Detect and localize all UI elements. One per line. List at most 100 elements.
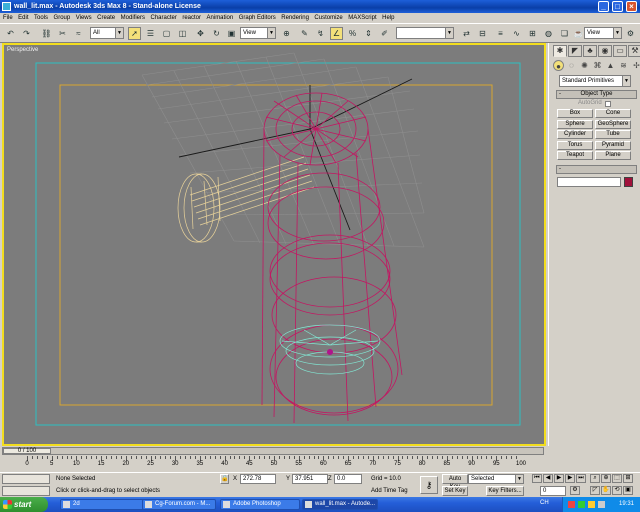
menu-create[interactable]: Create bbox=[97, 15, 115, 21]
tray-app-icon[interactable] bbox=[598, 501, 605, 508]
modify-tab-icon[interactable]: ◤ bbox=[568, 45, 582, 57]
menu-file[interactable]: File bbox=[3, 15, 13, 21]
time-slider-track[interactable]: 0 / 100 bbox=[2, 447, 544, 455]
tube-button[interactable]: Tube bbox=[595, 130, 631, 139]
motion-tab-icon[interactable]: ◉ bbox=[598, 45, 612, 57]
reference-coord-dropdown[interactable]: View ▼ bbox=[240, 27, 276, 39]
select-and-manipulate-icon[interactable]: ✎ bbox=[298, 27, 311, 40]
time-slider-thumb[interactable]: 0 / 100 bbox=[3, 448, 51, 454]
menu-graph-editors[interactable]: Graph Editors bbox=[239, 15, 276, 21]
current-frame-field[interactable]: 0 bbox=[540, 486, 566, 496]
pan-icon[interactable]: ✋ bbox=[601, 486, 611, 495]
select-by-name-icon[interactable]: ☰ bbox=[144, 27, 157, 40]
cone-button[interactable]: Cone bbox=[595, 109, 631, 118]
zoom-icon[interactable]: ⌕ bbox=[590, 474, 600, 483]
next-frame-icon[interactable]: ▶ bbox=[565, 474, 575, 483]
spinner-snap-icon[interactable]: ⇕ bbox=[362, 27, 375, 40]
menu-animation[interactable]: Animation bbox=[207, 15, 234, 21]
render-scene-icon[interactable]: ❏ bbox=[558, 27, 571, 40]
menu-reactor[interactable]: reactor bbox=[182, 15, 201, 21]
menu-maxscript[interactable]: MAXScript bbox=[348, 15, 376, 21]
selection-filter-dropdown[interactable]: All ▼ bbox=[90, 27, 124, 39]
key-mode-dropdown[interactable]: Selected ▼ bbox=[468, 474, 524, 484]
undo-icon[interactable]: ↶ bbox=[4, 27, 17, 40]
pivot-center-icon[interactable]: ⊕ bbox=[280, 27, 293, 40]
bind-space-warp-icon[interactable]: ≈ bbox=[72, 27, 85, 40]
zoom-extents-icon[interactable]: ⬚ bbox=[612, 474, 622, 483]
menu-group[interactable]: Group bbox=[54, 15, 71, 21]
geosphere-button[interactable]: GeoSphere bbox=[595, 120, 631, 129]
language-indicator[interactable]: CH bbox=[540, 500, 549, 506]
space-warps-icon[interactable]: ≋ bbox=[618, 60, 629, 71]
teapot-button[interactable]: Teapot bbox=[557, 151, 593, 160]
plane-button[interactable]: Plane bbox=[595, 151, 631, 160]
selection-region-icon[interactable]: ▢ bbox=[160, 27, 173, 40]
menu-help[interactable]: Help bbox=[382, 15, 394, 21]
x-coordinate-field[interactable]: 272.78 bbox=[240, 474, 276, 484]
box-button[interactable]: Box bbox=[557, 109, 593, 118]
maximize-viewport-icon[interactable]: ▣ bbox=[623, 486, 633, 495]
percent-snap-icon[interactable]: % bbox=[346, 27, 359, 40]
mirror-icon[interactable]: ⇄ bbox=[460, 27, 473, 40]
clock[interactable]: 19:31 bbox=[619, 497, 634, 512]
field-of-view-icon[interactable]: ◸ bbox=[590, 486, 600, 495]
select-and-rotate-icon[interactable]: ↻ bbox=[210, 27, 223, 40]
track-bar[interactable]: 0 5 10 15 20 25 30 35 40 45 50 55 60 65 70 75 80 85 90 95 10… bbox=[0, 456, 548, 472]
cylinder-button[interactable]: Cylinder bbox=[557, 130, 593, 139]
go-to-end-icon[interactable]: ⏭ bbox=[576, 474, 586, 483]
arc-rotate-icon[interactable]: ⟲ bbox=[612, 486, 622, 495]
shapes-icon[interactable]: ◌ bbox=[566, 60, 577, 71]
start-button[interactable]: start bbox=[0, 497, 48, 512]
volume-icon[interactable] bbox=[588, 501, 595, 508]
taskbar-item-3dsmax[interactable]: wall_lit.max - Autode... bbox=[302, 499, 378, 510]
schematic-view-icon[interactable]: ⊞ bbox=[526, 27, 539, 40]
z-coordinate-field[interactable]: 0.0 bbox=[334, 474, 362, 484]
viewport-label[interactable]: Perspective bbox=[7, 47, 38, 53]
helpers-icon[interactable]: ▲ bbox=[605, 60, 616, 71]
sphere-button[interactable]: Sphere bbox=[557, 120, 593, 129]
create-tab-icon[interactable]: ✱ bbox=[553, 45, 567, 57]
key-filters-button[interactable]: Key Filters... bbox=[486, 486, 524, 496]
curve-editor-icon[interactable]: ∿ bbox=[510, 27, 523, 40]
play-icon[interactable]: ▶ bbox=[554, 474, 564, 483]
previous-frame-icon[interactable]: ◀ bbox=[543, 474, 553, 483]
hierarchy-tab-icon[interactable]: ♣ bbox=[583, 45, 597, 57]
angle-snap-icon[interactable]: ∠ bbox=[330, 27, 343, 40]
perspective-viewport[interactable]: Perspective bbox=[2, 43, 546, 446]
add-time-tag[interactable]: Add Time Tag bbox=[371, 486, 408, 496]
select-object-icon[interactable]: ➚ bbox=[128, 27, 141, 40]
window-crossing-icon[interactable]: ◫ bbox=[176, 27, 189, 40]
maximize-icon[interactable]: □ bbox=[612, 1, 623, 12]
close-icon[interactable]: × bbox=[626, 1, 637, 12]
y-coordinate-field[interactable]: 37.951 bbox=[292, 474, 328, 484]
name-and-color-rollout-header[interactable]: - bbox=[556, 165, 637, 174]
cameras-icon[interactable]: ⌘ bbox=[592, 60, 603, 71]
object-name-field[interactable] bbox=[557, 177, 621, 187]
select-and-scale-icon[interactable]: ▣ bbox=[225, 27, 238, 40]
antivirus-icon[interactable] bbox=[568, 501, 575, 508]
render-type-dropdown[interactable]: View ▼ bbox=[584, 27, 622, 39]
lock-selection-icon[interactable]: 🔒 bbox=[220, 474, 229, 484]
material-editor-icon[interactable]: ◍ bbox=[542, 27, 555, 40]
menu-views[interactable]: Views bbox=[76, 15, 92, 21]
network-icon[interactable] bbox=[578, 501, 585, 508]
zoom-all-icon[interactable]: ⊕ bbox=[601, 474, 611, 483]
menu-customize[interactable]: Customize bbox=[314, 15, 342, 21]
edit-named-selection-icon[interactable]: ✐ bbox=[378, 27, 391, 40]
utilities-tab-icon[interactable]: ⚒ bbox=[628, 45, 640, 57]
auto-key-button[interactable]: Auto Key bbox=[442, 474, 468, 490]
align-icon[interactable]: ⊟ bbox=[476, 27, 489, 40]
primitive-category-dropdown[interactable]: Standard Primitives ▼ bbox=[559, 75, 631, 87]
redo-icon[interactable]: ↷ bbox=[20, 27, 33, 40]
layer-manager-icon[interactable]: ≡ bbox=[494, 27, 507, 40]
autogrid-checkbox[interactable] bbox=[605, 101, 611, 107]
systems-icon[interactable]: ✢ bbox=[631, 60, 640, 71]
lights-icon[interactable]: ✺ bbox=[579, 60, 590, 71]
unlink-icon[interactable]: ✂ bbox=[56, 27, 69, 40]
taskbar-item-photoshop[interactable]: Adobe Photoshop bbox=[220, 499, 300, 510]
named-selection-dropdown[interactable]: ▼ bbox=[396, 27, 454, 39]
menu-character[interactable]: Character bbox=[150, 15, 176, 21]
object-color-swatch[interactable] bbox=[624, 177, 633, 187]
minimize-icon[interactable]: _ bbox=[598, 1, 609, 12]
render-last-icon[interactable]: ⚙ bbox=[624, 27, 637, 40]
